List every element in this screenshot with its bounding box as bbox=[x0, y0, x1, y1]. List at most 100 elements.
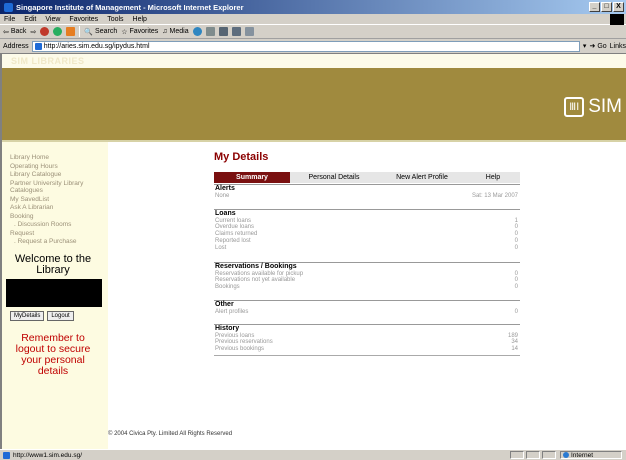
row-label: Alert profiles bbox=[215, 308, 249, 315]
mail-icon[interactable] bbox=[205, 27, 215, 36]
table-row: Previous reservations 34 bbox=[214, 339, 520, 346]
sidebar-item-booking[interactable]: Booking bbox=[10, 213, 108, 221]
row-value: 0 bbox=[514, 237, 518, 244]
tab-help[interactable]: Help bbox=[466, 172, 520, 183]
section-alerts: Alerts None Sat: 13 Mar 2007 bbox=[214, 184, 520, 199]
sidebar-item-ask-librarian[interactable]: Ask A Librarian bbox=[10, 204, 108, 212]
refresh-icon[interactable] bbox=[53, 27, 63, 36]
table-row: Lost 0 bbox=[214, 245, 520, 252]
media-button[interactable]: ♫ Media bbox=[162, 28, 188, 35]
section-history: History Previous loans 189 Previous rese… bbox=[214, 324, 520, 356]
menu-edit[interactable]: Edit bbox=[24, 16, 36, 23]
favorites-label: Favorites bbox=[129, 28, 159, 35]
row-label: Previous reservations bbox=[215, 339, 273, 346]
sim-logo[interactable]: ⅢⅠ SIM bbox=[564, 96, 622, 118]
address-input[interactable]: http://aries.sim.edu.sg/ipydus.html bbox=[31, 40, 580, 52]
copyright-text: © 2004 Civica Pty. Limited All Rights Re… bbox=[108, 431, 233, 437]
tab-new-alert-profile[interactable]: New Alert Profile bbox=[378, 172, 466, 183]
tab-personal-details[interactable]: Personal Details bbox=[290, 172, 378, 183]
window-titlebar: Singapore Institute of Management - Micr… bbox=[0, 0, 626, 14]
row-value: 0 bbox=[514, 284, 518, 291]
favorites-button[interactable]: ☆ Favorites bbox=[121, 28, 158, 36]
history-icon[interactable] bbox=[192, 27, 202, 36]
links-label[interactable]: Links bbox=[610, 43, 626, 50]
address-dropdown-icon[interactable]: ▾ bbox=[583, 42, 587, 50]
menu-bar: File Edit View Favorites Tools Help bbox=[0, 14, 626, 25]
section-heading: Loans bbox=[215, 210, 236, 217]
toolbar: ⇦ Back ⇨ 🔍 Search ☆ Favorites ♫ Media bbox=[0, 25, 626, 39]
forward-button[interactable]: ⇨ bbox=[30, 28, 36, 36]
table-row: Overdue loans 0 bbox=[214, 224, 520, 231]
row-label: Current loans bbox=[215, 217, 252, 224]
details-tabs: Summary Personal Details New Alert Profi… bbox=[214, 172, 520, 183]
row-value: 14 bbox=[511, 346, 518, 353]
search-label: Search bbox=[95, 28, 118, 35]
go-button[interactable]: ➜ Go bbox=[589, 42, 606, 51]
row-value: 0 bbox=[514, 270, 518, 277]
search-icon: 🔍 bbox=[84, 28, 94, 36]
section-divider bbox=[214, 354, 520, 356]
stop-icon[interactable] bbox=[40, 27, 50, 36]
menu-view[interactable]: View bbox=[45, 16, 60, 23]
section-heading: Other bbox=[215, 301, 234, 308]
sidebar: Library Home Operating Hours Library Cat… bbox=[2, 142, 108, 449]
tab-summary[interactable]: Summary bbox=[214, 172, 290, 183]
sidebar-item-library-home[interactable]: Library Home bbox=[10, 154, 108, 162]
edit-icon[interactable] bbox=[231, 27, 241, 36]
logout-reminder: Remember to logout to secure your person… bbox=[15, 331, 91, 377]
row-label: Previous bookings bbox=[215, 346, 265, 353]
row-label: Lost bbox=[215, 244, 227, 251]
section-reservations: Reservations / Bookings Reservations ava… bbox=[214, 262, 520, 291]
table-row: Claims returned 0 bbox=[214, 231, 520, 238]
row-value: 189 bbox=[507, 332, 518, 339]
address-url: http://aries.sim.edu.sg/ipydus.html bbox=[43, 42, 150, 50]
sidebar-item-my-savedlist[interactable]: My SavedList bbox=[10, 196, 108, 204]
status-bar: http://www1.sim.edu.sg/ Internet bbox=[0, 449, 626, 460]
table-row: None Sat: 13 Mar 2007 bbox=[214, 193, 520, 200]
row-value: 0 bbox=[514, 244, 518, 251]
logout-button[interactable]: Logout bbox=[47, 310, 74, 321]
sidebar-item-request[interactable]: Request bbox=[10, 230, 108, 238]
row-value: Sat: 13 Mar 2007 bbox=[471, 192, 518, 199]
home-icon[interactable] bbox=[66, 27, 76, 36]
table-row: Reported lost 0 bbox=[214, 238, 520, 245]
mydetails-button[interactable]: MyDetails bbox=[10, 310, 45, 321]
toolbar-separator bbox=[79, 26, 81, 37]
page-viewport: SIM LIBRARIES ⅢⅠ SIM Library Home Operat… bbox=[0, 54, 626, 449]
row-label: Previous loans bbox=[215, 332, 255, 339]
sidebar-item-request-purchase[interactable]: . Request a Purchase bbox=[10, 238, 108, 246]
back-button[interactable]: ⇦ Back bbox=[3, 28, 26, 36]
menu-tools[interactable]: Tools bbox=[107, 16, 123, 23]
section-loans: Loans Current loans 1 Overdue loans 0 Cl… bbox=[214, 209, 520, 251]
sim-logo-icon: ⅢⅠ bbox=[564, 97, 585, 117]
row-label: Reported lost bbox=[215, 237, 251, 244]
sidebar-item-partner-catalogues[interactable]: Partner University Library Catalogues bbox=[10, 180, 108, 195]
welcome-text: Welcome to the Library bbox=[14, 252, 92, 276]
menu-file[interactable]: File bbox=[4, 16, 15, 23]
status-pane bbox=[526, 451, 540, 459]
sim-libraries-header: SIM LIBRARIES bbox=[11, 56, 85, 66]
back-label: Back bbox=[10, 28, 27, 35]
row-label: Overdue loans bbox=[215, 224, 255, 231]
section-heading: History bbox=[215, 325, 240, 332]
sidebar-item-library-catalogue[interactable]: Library Catalogue bbox=[10, 171, 108, 179]
discuss-icon[interactable] bbox=[244, 27, 254, 36]
close-button[interactable]: X bbox=[613, 2, 624, 12]
maximize-button[interactable]: □ bbox=[601, 2, 612, 12]
search-button[interactable]: 🔍 Search bbox=[84, 28, 117, 36]
sidebar-item-operating-hours[interactable]: Operating Hours bbox=[10, 163, 108, 171]
table-row: Bookings 0 bbox=[214, 284, 520, 291]
minimize-button[interactable]: _ bbox=[589, 2, 600, 12]
menu-favorites[interactable]: Favorites bbox=[69, 16, 98, 23]
site-topband bbox=[2, 54, 626, 68]
table-row: Reservations available for pickup 0 bbox=[214, 271, 520, 278]
row-label: Bookings bbox=[215, 284, 240, 291]
table-row: Previous bookings 14 bbox=[214, 346, 520, 353]
row-label: Reservations not yet available bbox=[215, 277, 296, 284]
row-label: Claims returned bbox=[215, 231, 258, 238]
sidebar-item-discussion-rooms[interactable]: . Discussion Rooms bbox=[10, 221, 108, 229]
menu-help[interactable]: Help bbox=[133, 16, 147, 23]
print-icon[interactable] bbox=[218, 27, 228, 36]
row-label: None bbox=[215, 192, 230, 199]
table-row: Reservations not yet available 0 bbox=[214, 277, 520, 284]
